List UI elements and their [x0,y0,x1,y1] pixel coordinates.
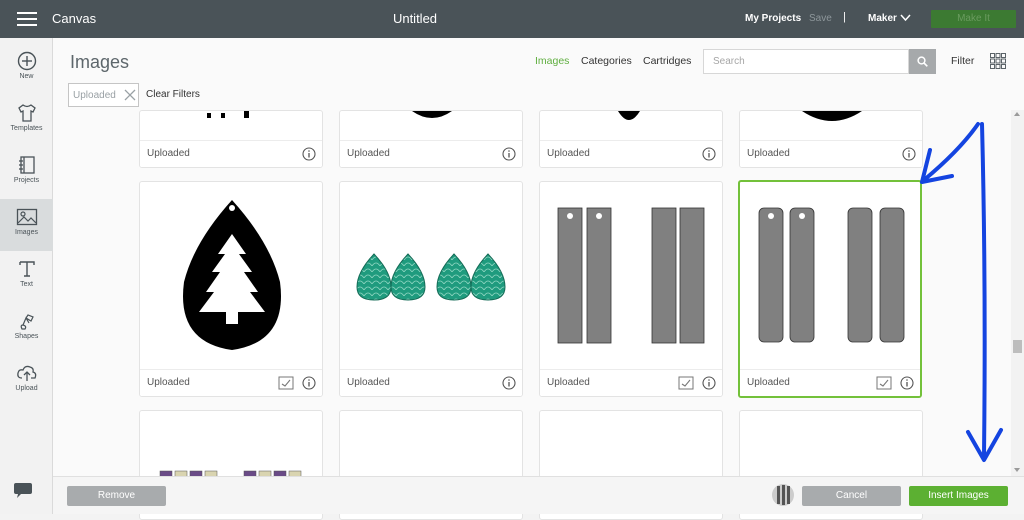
scroll-up-arrow-icon[interactable] [1014,112,1020,116]
card-footer: Uploaded [340,140,522,167]
tab-categories[interactable]: Categories [581,55,632,67]
image-card[interactable]: Uploaded [539,110,723,168]
image-thumbnail [207,111,249,118]
sidebar-item-new[interactable]: New [0,43,53,95]
sidebar-item-label: Projects [13,177,40,184]
tab-images[interactable]: Images [535,55,569,67]
sidebar-item-label: Templates [10,125,43,132]
make-it-button[interactable]: Make It [931,10,1016,28]
image-card[interactable]: Uploaded [739,110,923,168]
my-projects-link[interactable]: My Projects [745,13,801,24]
top-bar: Canvas Untitled My Projects Save | Maker… [0,0,1024,38]
sidebar-item-label: Shapes [14,333,39,340]
image-thumbnail [618,111,640,120]
image-card[interactable]: Uploaded [139,110,323,168]
select-checkbox-icon[interactable] [678,376,694,390]
machine-selector[interactable]: Maker [868,13,897,24]
sidebar-item-label: Text [20,281,33,288]
clear-filters-link[interactable]: Clear Filters [146,89,200,100]
document-title[interactable]: Untitled [0,11,830,26]
filter-button[interactable]: Filter [951,55,974,67]
card-label: Uploaded [147,377,190,388]
filter-chip-uploaded: Uploaded [68,83,139,107]
text-icon [18,261,35,277]
card-label: Uploaded [547,377,590,388]
card-footer: Uploaded [740,369,920,396]
image-card[interactable]: Uploaded [539,181,723,397]
sidebar-item-upload[interactable]: Upload [0,355,53,407]
vertical-scrollbar[interactable] [1011,110,1024,476]
info-icon[interactable] [900,376,914,390]
sidebar-item-templates[interactable]: Templates [0,95,53,147]
card-label: Uploaded [147,148,190,159]
card-label: Uploaded [347,377,390,388]
card-footer: Uploaded [540,369,722,396]
card-footer: Uploaded [740,140,922,167]
bottom-action-bar: Remove Cancel Insert Images [53,476,1024,514]
card-footer: Uploaded [140,369,322,396]
image-thumbnail [758,207,905,343]
image-card[interactable]: Uploaded [339,181,523,397]
card-label: Uploaded [747,148,790,159]
panel-title: Images [70,52,130,72]
image-icon [16,208,37,226]
info-icon[interactable] [702,376,716,390]
grid-view-icon[interactable] [990,53,1006,69]
sidebar-item-shapes[interactable]: Shapes [0,303,53,355]
image-thumbnail [557,207,705,344]
sidebar-item-label: Images [15,229,38,236]
card-footer: Uploaded [140,140,322,167]
shirt-icon [17,104,36,122]
notebook-icon [18,156,35,174]
image-thumbnail [356,253,506,301]
chat-bubble-icon[interactable] [12,482,34,500]
image-thumbnail [183,200,281,350]
remove-button[interactable]: Remove [67,486,166,506]
info-icon[interactable] [502,147,516,161]
search-input[interactable]: Search [703,49,909,74]
cancel-button[interactable]: Cancel [802,486,901,506]
image-thumbnail [802,111,862,121]
shapes-icon [20,314,34,330]
select-checkbox-icon[interactable] [278,376,294,390]
info-icon[interactable] [702,147,716,161]
select-checkbox-icon[interactable] [876,376,892,390]
sidebar-item-projects[interactable]: Projects [0,147,53,199]
sidebar-item-label: Upload [15,385,38,392]
card-footer: Uploaded [340,369,522,396]
close-icon[interactable] [124,89,136,101]
save-button[interactable]: Save [809,13,832,24]
image-set-icon[interactable] [771,483,795,507]
image-card[interactable]: Uploaded [339,110,523,168]
card-label: Uploaded [547,148,590,159]
chevron-down-icon[interactable] [900,14,911,22]
plus-circle-icon [17,51,36,71]
topbar-separator: | [843,11,846,23]
card-label: Uploaded [347,148,390,159]
filter-chip-label: Uploaded [73,90,116,101]
card-footer: Uploaded [540,140,722,167]
info-icon[interactable] [502,376,516,390]
image-card[interactable]: Uploaded [139,181,323,397]
image-card-selected[interactable]: Uploaded [738,180,922,398]
sidebar-item-label: New [19,73,34,80]
search-icon [917,56,928,67]
info-icon[interactable] [302,376,316,390]
info-icon[interactable] [302,147,316,161]
tab-cartridges[interactable]: Cartridges [643,55,691,67]
card-label: Uploaded [747,377,790,388]
images-panel: Images Images Categories Cartridges Sear… [53,38,1024,520]
sidebar-item-images[interactable]: Images [0,199,53,251]
cloud-upload-icon [16,365,36,381]
scrollbar-thumb[interactable] [1013,340,1022,353]
insert-images-button[interactable]: Insert Images [909,486,1008,506]
left-sidebar: New Templates Projects Images Text Shape… [0,38,53,514]
scroll-down-arrow-icon[interactable] [1014,468,1020,472]
sidebar-item-text[interactable]: Text [0,251,53,303]
search-button[interactable] [909,49,936,74]
info-icon[interactable] [902,147,916,161]
image-thumbnail [412,111,452,118]
